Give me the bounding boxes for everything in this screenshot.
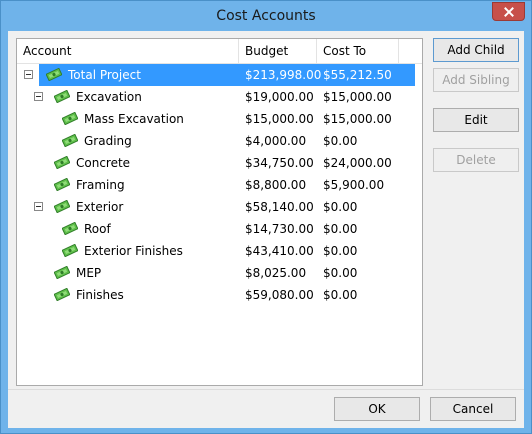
money-icon <box>53 155 71 170</box>
cost-to-date-cell: $5,900.00 <box>323 178 385 192</box>
accounts-tree[interactable]: Account Budget Cost To Date Total Projec… <box>16 38 423 386</box>
cost-to-date-cell: $0.00 <box>323 222 358 236</box>
account-name: Exterior <box>76 200 124 214</box>
cost-to-date-cell: $0.00 <box>323 288 358 302</box>
collapse-icon[interactable] <box>34 202 43 211</box>
money-icon <box>53 177 71 192</box>
budget-cell: $8,800.00 <box>245 178 307 192</box>
window-title: Cost Accounts <box>216 8 316 24</box>
money-icon <box>45 67 63 82</box>
money-icon <box>53 199 71 214</box>
budget-cell: $43,410.00 <box>245 244 314 258</box>
account-name: Grading <box>84 134 132 148</box>
tree-row[interactable]: Exterior Finishes $43,410.00 $0.00 <box>17 240 422 262</box>
cost-accounts-window: Cost Accounts Account Budget Cost To Dat… <box>0 0 532 434</box>
cost-to-date-cell: $15,000.00 <box>323 90 392 104</box>
money-icon <box>61 111 79 126</box>
ok-button[interactable]: OK <box>334 397 420 421</box>
tree-row[interactable]: Total Project $213,998.00 $55,212.50 <box>17 64 422 86</box>
budget-cell: $34,750.00 <box>245 156 314 170</box>
tree-row[interactable]: Roof $14,730.00 $0.00 <box>17 218 422 240</box>
account-name: Roof <box>84 222 111 236</box>
account-name: Framing <box>76 178 125 192</box>
account-name: Concrete <box>76 156 131 170</box>
money-icon <box>61 133 79 148</box>
tree-row[interactable]: Finishes $59,080.00 $0.00 <box>17 284 422 306</box>
column-header-account[interactable]: Account <box>17 39 239 63</box>
tree-row[interactable]: Framing $8,800.00 $5,900.00 <box>17 174 422 196</box>
tree-row[interactable]: Grading $4,000.00 $0.00 <box>17 130 422 152</box>
cost-to-date-cell: $0.00 <box>323 200 358 214</box>
account-name: Total Project <box>68 68 141 82</box>
edit-button[interactable]: Edit <box>433 108 519 132</box>
tree-row[interactable]: Excavation $19,000.00 $15,000.00 <box>17 86 422 108</box>
cost-to-date-cell: $0.00 <box>323 134 358 148</box>
tree-row[interactable]: Concrete $34,750.00 $24,000.00 <box>17 152 422 174</box>
budget-cell: $58,140.00 <box>245 200 314 214</box>
account-name: Excavation <box>76 90 142 104</box>
collapse-icon[interactable] <box>34 92 43 101</box>
budget-cell: $4,000.00 <box>245 134 307 148</box>
cost-to-date-cell: $55,212.50 <box>323 68 392 82</box>
account-name: MEP <box>76 266 102 280</box>
account-name: Finishes <box>76 288 124 302</box>
add-child-button[interactable]: Add Child <box>433 38 519 62</box>
tree-header: Account Budget Cost To Date <box>17 39 422 82</box>
tree-row[interactable]: Exterior $58,140.00 $0.00 <box>17 196 422 218</box>
collapse-icon[interactable] <box>24 70 33 79</box>
tree-row[interactable]: Mass Excavation $15,000.00 $15,000.00 <box>17 108 422 130</box>
budget-cell: $8,025.00 <box>245 266 307 280</box>
title-bar[interactable]: Cost Accounts <box>1 1 531 31</box>
budget-cell: $213,998.00 <box>245 68 322 82</box>
money-icon <box>53 265 71 280</box>
cost-to-date-cell: $0.00 <box>323 266 358 280</box>
tree-row[interactable]: MEP $8,025.00 $0.00 <box>17 262 422 284</box>
money-icon <box>61 243 79 258</box>
column-header-cost-to-date[interactable]: Cost To Date <box>317 39 399 82</box>
cost-to-date-cell: $15,000.00 <box>323 112 392 126</box>
dialog-body: Account Budget Cost To Date Total Projec… <box>8 31 524 428</box>
money-icon <box>53 89 71 104</box>
money-icon <box>53 287 71 302</box>
budget-cell: $59,080.00 <box>245 288 314 302</box>
column-header-budget[interactable]: Budget <box>239 39 317 63</box>
close-button[interactable] <box>492 2 525 21</box>
delete-button[interactable]: Delete <box>433 148 519 172</box>
budget-cell: $14,730.00 <box>245 222 314 236</box>
dialog-footer: OK Cancel <box>8 389 524 428</box>
budget-cell: $19,000.00 <box>245 90 314 104</box>
account-name: Mass Excavation <box>84 112 184 126</box>
add-sibling-button[interactable]: Add Sibling <box>433 68 519 92</box>
cost-to-date-cell: $24,000.00 <box>323 156 392 170</box>
cost-to-date-cell: $0.00 <box>323 244 358 258</box>
money-icon <box>61 221 79 236</box>
cancel-button[interactable]: Cancel <box>430 397 516 421</box>
budget-cell: $15,000.00 <box>245 112 314 126</box>
account-name: Exterior Finishes <box>84 244 183 258</box>
